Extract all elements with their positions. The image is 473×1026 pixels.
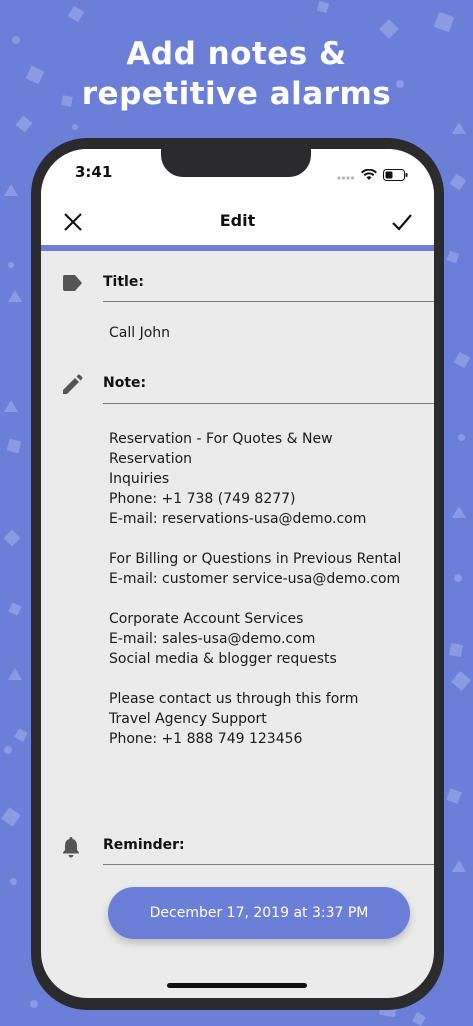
- checkmark-icon: [388, 214, 416, 240]
- reminder-label: Reminder:: [103, 837, 185, 853]
- title-label: Title:: [103, 274, 144, 290]
- note-line: Phone: +1 738 (749 8277): [109, 491, 296, 507]
- status-time: 3:41: [75, 163, 113, 181]
- note-line: E-mail: sales-usa@demo.com: [109, 631, 316, 647]
- note-line: Corporate Account Services: [109, 611, 304, 627]
- reminder-date-button[interactable]: December 17, 2019 at 3:37 PM: [108, 887, 410, 939]
- tag-icon: [61, 275, 83, 295]
- title-divider: [103, 301, 434, 302]
- wifi-icon: [361, 166, 377, 185]
- note-line: Travel Agency Support: [109, 711, 267, 727]
- note-label: Note:: [103, 375, 147, 391]
- note-line: Please contact us through this form: [109, 691, 359, 707]
- note-line: E-mail: reservations-usa@demo.com: [109, 511, 367, 527]
- note-divider: [103, 403, 434, 404]
- note-paragraph: Please contact us through this form Trav…: [109, 689, 419, 749]
- home-indicator: [167, 983, 307, 988]
- promo-headline-line1: Add notes &: [126, 36, 347, 72]
- nav-title: Edit: [219, 211, 256, 230]
- phone-frame: 3:41 Edit Title: Call John Note: Reserva…: [31, 138, 444, 1010]
- note-line: Reservation - For Quotes & New Reservati…: [109, 431, 333, 467]
- confirm-button[interactable]: [388, 208, 416, 236]
- signal-icon: [337, 166, 355, 185]
- reminder-divider: [103, 864, 434, 865]
- note-paragraph: Reservation - For Quotes & New Reservati…: [109, 429, 419, 529]
- phone-screen: 3:41 Edit Title: Call John Note: Reserva…: [41, 149, 434, 998]
- promo-headline: Add notes & repetitive alarms: [0, 34, 473, 114]
- bell-icon: [61, 836, 81, 862]
- note-line: For Billing or Questions in Previous Ren…: [109, 551, 402, 567]
- nav-bar: Edit: [41, 197, 434, 251]
- pencil-icon: [61, 374, 83, 400]
- note-line: Inquiries: [109, 471, 170, 487]
- note-paragraph: Corporate Account Services E-mail: sales…: [109, 609, 419, 669]
- note-line: E-mail: customer service-usa@demo.com: [109, 571, 401, 587]
- note-body[interactable]: Reservation - For Quotes & New Reservati…: [109, 429, 419, 769]
- note-paragraph: For Billing or Questions in Previous Ren…: [109, 549, 419, 589]
- battery-icon: [383, 166, 408, 185]
- promo-headline-line2: repetitive alarms: [81, 76, 392, 112]
- note-line: Social media & blogger requests: [109, 651, 337, 667]
- note-line: Phone: +1 888 749 123456: [109, 731, 303, 747]
- title-value[interactable]: Call John: [109, 325, 170, 341]
- phone-notch: [161, 149, 311, 177]
- status-icons: [337, 166, 408, 185]
